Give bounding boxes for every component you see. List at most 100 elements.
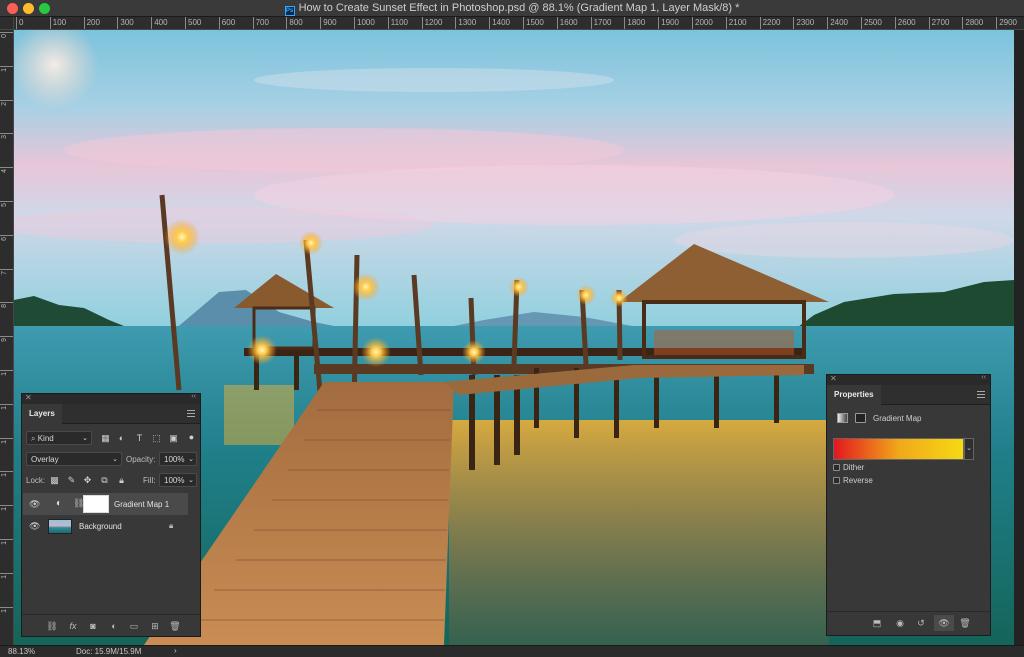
fill-field[interactable]: 100% ⌄ — [159, 473, 197, 487]
ruler-tick-label: 300 — [120, 18, 134, 27]
ruler-tick-label: 1000 — [357, 18, 375, 27]
document-title: How to Create Sunset Effect in Photoshop… — [298, 2, 740, 14]
ruler-tick-label: 1 — [1, 67, 8, 72]
reverse-checkbox[interactable] — [833, 477, 840, 484]
properties-panel-header: ✕ ‹‹ — [827, 374, 990, 385]
blend-mode-select[interactable]: Overlay ⌄ — [26, 452, 122, 466]
ruler-tick-label: 100 — [52, 18, 67, 27]
ruler-tick-label: 2000 — [695, 18, 713, 27]
ruler-tick-label: 1 — [1, 541, 8, 545]
collapse-panel-icon[interactable]: ‹‹ — [191, 393, 196, 400]
properties-panel: ✕ ‹‹ Properties Gradient Map ⌄ Dither Re… — [826, 374, 991, 636]
layers-panel: ✕ ‹‹ Layers ⌕ Kind ⌄ ▦ ◐ T ⬚ ▣ ● Overlay… — [21, 393, 201, 637]
fill-value: 100% — [164, 476, 185, 485]
ruler-tick-label: 2900 — [999, 18, 1017, 27]
layer-filter-kind-select[interactable]: ⌕ Kind ⌄ — [26, 431, 92, 445]
panel-menu-icon[interactable] — [187, 410, 195, 417]
filter-toggle-icon[interactable]: ● — [186, 432, 197, 443]
gradient-dropdown-button[interactable]: ⌄ — [964, 438, 974, 460]
ruler-tick: 1000 — [354, 17, 375, 29]
dither-checkbox[interactable] — [833, 464, 840, 471]
ruler-tick-label: 500 — [188, 18, 202, 27]
ruler-tick: 1 — [0, 572, 13, 579]
reset-icon[interactable]: ↺ — [915, 618, 927, 629]
properties-type-label: Gradient Map — [873, 414, 922, 423]
ruler-tick: 6 — [0, 234, 13, 241]
ruler-tick: 600 — [218, 17, 235, 29]
ruler-tick: 2800 — [962, 17, 983, 29]
ruler-tick-label: 2400 — [830, 18, 848, 27]
zoom-level[interactable]: 88.13% — [8, 647, 35, 656]
tab-properties[interactable]: Properties — [827, 385, 881, 405]
ruler-tick-label: 2200 — [762, 18, 781, 27]
gradient-swatch[interactable] — [833, 438, 964, 460]
ruler-tick-label: 1900 — [661, 18, 679, 27]
layer-mask-thumbnail[interactable] — [83, 495, 109, 513]
ruler-tick-label: 1400 — [492, 18, 510, 27]
close-panel-icon[interactable]: ✕ — [830, 374, 837, 383]
lock-pixels-icon[interactable]: ▩ — [49, 475, 60, 486]
ruler-tick-label: 1 — [1, 372, 8, 376]
ruler-tick: 300 — [117, 17, 134, 29]
ruler-tick-label: 0 — [1, 34, 8, 38]
new-group-icon[interactable]: ▭ — [128, 621, 140, 632]
text-filter-icon[interactable]: T — [134, 433, 145, 444]
lock-all-icon[interactable]: 🔒︎ — [116, 475, 127, 486]
layer-row-background[interactable]: 👁︎ Background 🔒︎ — [23, 515, 188, 537]
dither-label: Dither — [843, 463, 865, 472]
ruler-tick-label: 800 — [289, 18, 303, 27]
chevron-down-icon: ⌄ — [112, 456, 118, 463]
fx-icon[interactable]: fx — [67, 621, 79, 631]
clip-to-layer-icon[interactable]: ⬒ — [871, 618, 883, 629]
ruler-tick: 1800 — [624, 17, 645, 29]
mask-properties-icon[interactable] — [855, 413, 866, 423]
ruler-tick: 1600 — [556, 17, 578, 29]
image-filter-icon[interactable]: ▦ — [100, 433, 111, 444]
ruler-tick-label: 1100 — [390, 18, 408, 27]
new-layer-icon[interactable]: ⊞ — [149, 621, 161, 632]
opacity-field[interactable]: 100% ⌄ — [159, 452, 197, 466]
layers-panel-header: ✕ ‹‹ — [22, 393, 200, 404]
ruler-tick: 1 — [0, 403, 13, 410]
adjustment-properties-icon[interactable] — [837, 413, 848, 423]
ruler-tick: 1 — [0, 437, 13, 444]
eye-icon[interactable]: 👁︎ — [29, 521, 40, 532]
ruler-tick: 1700 — [590, 17, 611, 29]
close-panel-icon[interactable]: ✕ — [25, 393, 32, 402]
ruler-tick-label: 6 — [1, 236, 8, 241]
shape-filter-icon[interactable]: ⬚ — [151, 433, 162, 444]
ruler-tick: 1300 — [455, 17, 476, 29]
lock-artboard-icon[interactable]: ⧉ — [99, 475, 110, 486]
ruler-tick-label: 400 — [154, 18, 168, 27]
lock-paint-icon[interactable]: ✎ — [66, 475, 77, 486]
add-mask-icon[interactable]: ◙ — [87, 621, 99, 631]
eye-icon[interactable]: 👁︎ — [29, 499, 40, 510]
ruler-tick-label: 2500 — [864, 18, 882, 27]
ruler-corner[interactable] — [0, 17, 14, 30]
lock-label: Lock: — [26, 476, 46, 485]
ruler-tick: 0 — [16, 17, 23, 29]
vertical-ruler[interactable]: 0 1 2 3 4 5 6 7 8 9 1 1 1 1 1 1 1 1 — [0, 30, 14, 645]
smart-object-filter-icon[interactable]: ▣ — [168, 433, 179, 444]
status-bar: 88.13% Doc: 15.9M/15.9M › — [0, 645, 1024, 657]
delete-layer-icon[interactable]: 🗑︎ — [169, 621, 181, 632]
collapse-panel-icon[interactable]: ‹‹ — [981, 374, 986, 381]
layer-name: Background — [79, 522, 122, 531]
link-layers-icon[interactable]: ⛓︎ — [46, 621, 58, 632]
status-menu-arrow-icon[interactable]: › — [174, 646, 177, 655]
adjustment-filter-icon[interactable]: ◐ — [116, 433, 127, 444]
lock-position-icon[interactable]: ✥ — [82, 475, 93, 486]
ruler-tick: 2300 — [793, 17, 814, 29]
layer-row-gradient-map[interactable]: 👁︎ ◐ ⛓︎ Gradient Map 1 — [23, 493, 188, 515]
layers-tab-row: Layers — [22, 404, 200, 424]
chevron-down-icon: ⌄ — [188, 477, 194, 484]
toggle-visibility-icon[interactable]: 👁︎ — [934, 615, 954, 631]
ruler-tick: 0 — [0, 32, 13, 38]
panel-menu-icon[interactable] — [977, 391, 985, 398]
delete-adjustment-icon[interactable]: 🗑︎ — [959, 618, 971, 629]
ruler-tick-label: 1600 — [559, 18, 578, 27]
new-adjustment-icon[interactable]: ◐ — [108, 621, 120, 631]
view-previous-icon[interactable]: ◉ — [894, 618, 906, 629]
tab-layers[interactable]: Layers — [22, 404, 62, 424]
horizontal-ruler[interactable]: 0 100 200 300 400 500 600 700 800 900 1000 1100 1200… — [14, 17, 1024, 30]
